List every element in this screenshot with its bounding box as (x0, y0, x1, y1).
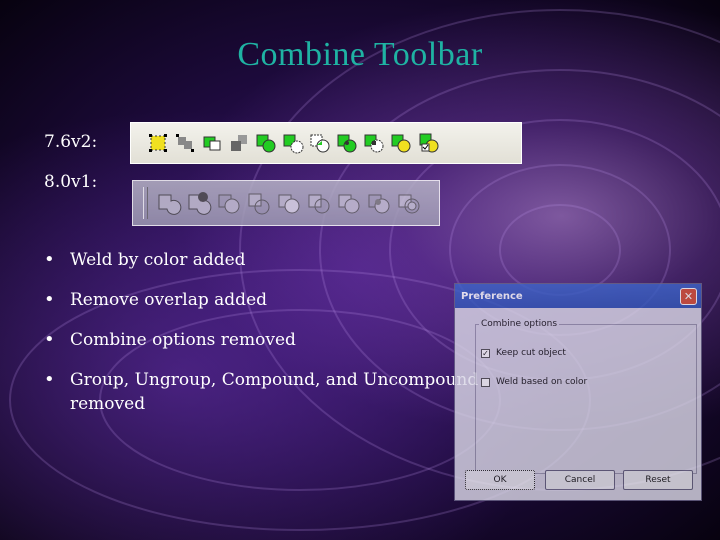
weld-based-on-color-checkbox[interactable] (481, 377, 490, 387)
trim-icon[interactable] (244, 189, 273, 217)
compound-icon[interactable] (199, 129, 225, 157)
close-button[interactable]: ✕ (680, 287, 697, 305)
weld-based-on-color-row[interactable]: Weld based on color (481, 377, 587, 387)
divide-icon[interactable] (304, 189, 333, 217)
list-item: Group, Ungroup, Compound, and Uncompound… (44, 368, 484, 416)
dialog-titlebar[interactable]: Preference ✕ (455, 284, 701, 308)
combine-icon[interactable] (334, 189, 363, 217)
version-label-762: 7.6v2: (44, 132, 98, 152)
uncompound-icon[interactable] (226, 129, 252, 157)
intersect-icon[interactable] (280, 129, 306, 157)
slide-title: Combine Toolbar (237, 36, 483, 73)
intersect-icon[interactable] (214, 189, 243, 217)
reset-button[interactable]: Reset (623, 470, 693, 490)
weld-icon[interactable] (154, 189, 183, 217)
keep-cut-object-checkbox[interactable]: ✓ (481, 348, 490, 358)
combine-options-group (475, 324, 697, 474)
cancel-button[interactable]: Cancel (545, 470, 615, 490)
weld-icon[interactable] (253, 129, 279, 157)
weld-by-color-icon[interactable] (334, 129, 360, 157)
keep-cut-object-row[interactable]: ✓ Keep cut object (481, 348, 566, 358)
list-item: Weld by color added (44, 248, 484, 272)
weld-by-color-icon[interactable] (184, 189, 213, 217)
divide-icon[interactable] (388, 129, 414, 157)
dialog-title: Preference (461, 290, 523, 302)
group-icon[interactable] (145, 129, 171, 157)
remove-overlap-icon[interactable] (274, 189, 303, 217)
ok-button[interactable]: OK (465, 470, 535, 490)
keep-cut-object-label: Keep cut object (496, 348, 566, 358)
separate-icon[interactable] (394, 189, 423, 217)
weld-based-on-color-label: Weld based on color (496, 377, 588, 387)
change-list: Weld by color added Remove overlap added… (44, 248, 484, 432)
ungroup-icon[interactable] (172, 129, 198, 157)
list-item: Remove overlap added (44, 288, 484, 312)
list-item: Combine options removed (44, 328, 484, 352)
remove-overlap-icon[interactable] (361, 129, 387, 157)
trim-icon[interactable] (307, 129, 333, 157)
version-label-801: 8.0v1: (44, 172, 98, 192)
combine-toolbar-762 (130, 122, 522, 164)
combine-toolbar-801 (132, 180, 440, 226)
combine-options-icon[interactable] (415, 129, 441, 157)
group-label: Combine options (479, 319, 560, 329)
preference-dialog: Preference ✕ Combine options ✓ Keep cut … (454, 283, 702, 501)
toolbar-grip[interactable] (143, 187, 148, 219)
split-icon[interactable] (364, 189, 393, 217)
